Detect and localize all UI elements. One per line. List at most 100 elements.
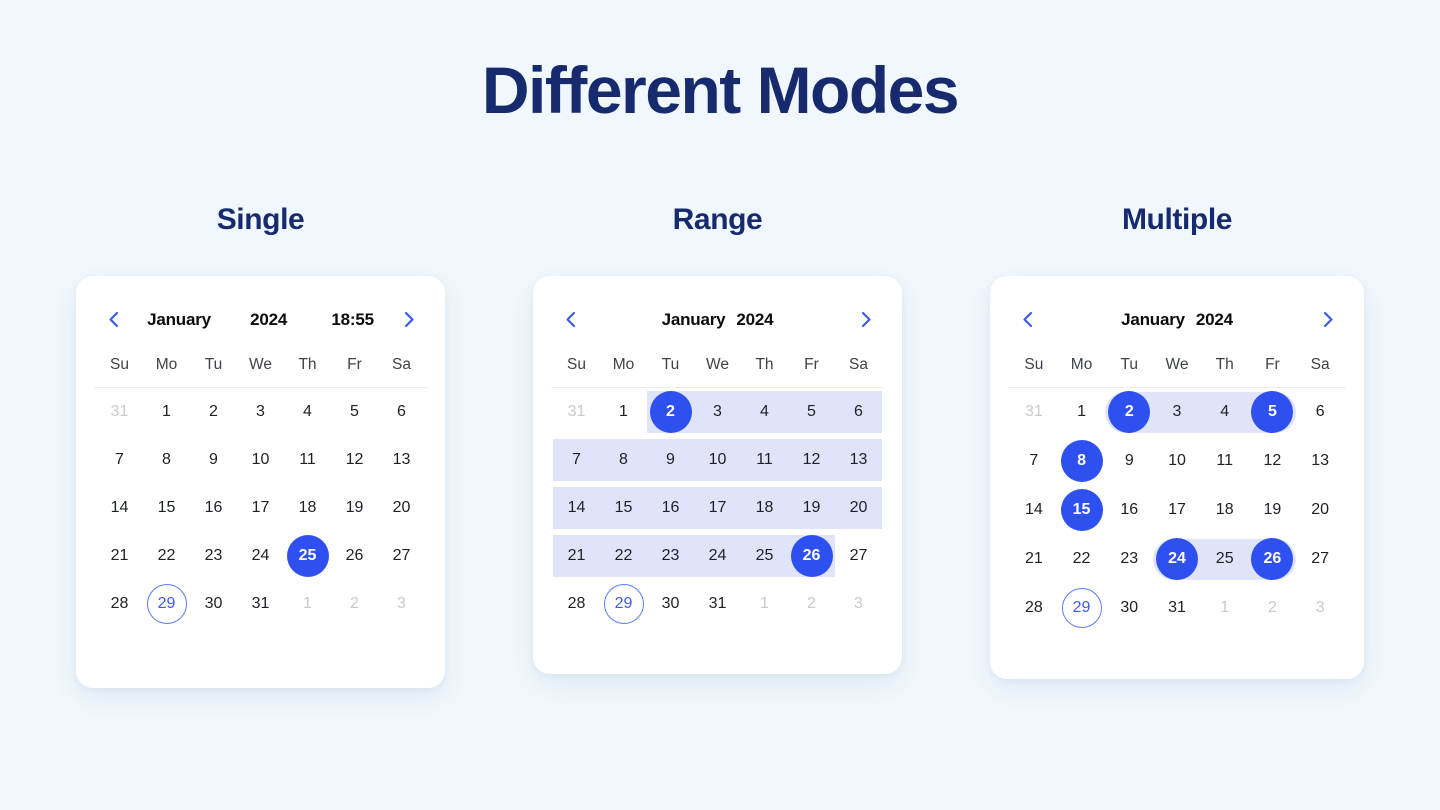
day-2-selected[interactable]: 2: [1108, 391, 1151, 434]
day-11[interactable]: 11: [288, 440, 328, 480]
day-21[interactable]: 21: [1014, 539, 1054, 579]
day-11[interactable]: 11: [745, 440, 785, 480]
day-2-selected[interactable]: 2: [649, 390, 692, 433]
day-23[interactable]: 23: [1109, 539, 1149, 579]
day-31[interactable]: 31: [698, 584, 738, 624]
day-30[interactable]: 30: [194, 584, 234, 624]
day-24[interactable]: 24: [241, 536, 281, 576]
day-9[interactable]: 9: [651, 440, 691, 480]
day-10[interactable]: 10: [1157, 441, 1197, 481]
day-17[interactable]: 17: [1157, 490, 1197, 530]
day-12[interactable]: 12: [335, 440, 375, 480]
day-29-today[interactable]: 29: [1061, 588, 1102, 629]
month-label[interactable]: January: [1121, 310, 1185, 330]
day-1[interactable]: 1: [147, 392, 187, 432]
day-7[interactable]: 7: [100, 440, 140, 480]
day-13[interactable]: 13: [1300, 441, 1340, 481]
day-10[interactable]: 10: [698, 440, 738, 480]
day-18[interactable]: 18: [745, 488, 785, 528]
day-22[interactable]: 22: [147, 536, 187, 576]
chevron-left-icon[interactable]: [555, 305, 585, 335]
day-8[interactable]: 8: [604, 440, 644, 480]
day-17[interactable]: 17: [698, 488, 738, 528]
day-18[interactable]: 18: [1205, 490, 1245, 530]
day-27[interactable]: 27: [1300, 539, 1340, 579]
day-1[interactable]: 1: [604, 392, 644, 432]
day-28[interactable]: 28: [100, 584, 140, 624]
day-29-today[interactable]: 29: [603, 583, 644, 624]
day-30[interactable]: 30: [1109, 588, 1149, 628]
day-22[interactable]: 22: [604, 536, 644, 576]
day-1[interactable]: 1: [1062, 392, 1102, 432]
day-20[interactable]: 20: [839, 488, 879, 528]
day-17[interactable]: 17: [241, 488, 281, 528]
day-21[interactable]: 21: [557, 536, 597, 576]
day-25-selected[interactable]: 25: [286, 534, 329, 577]
day-4[interactable]: 4: [1205, 392, 1245, 432]
day-16[interactable]: 16: [194, 488, 234, 528]
day-27[interactable]: 27: [839, 536, 879, 576]
chevron-left-icon[interactable]: [1012, 305, 1042, 335]
day-20[interactable]: 20: [1300, 490, 1340, 530]
day-15[interactable]: 15: [147, 488, 187, 528]
day-4[interactable]: 4: [288, 392, 328, 432]
day-14[interactable]: 14: [1014, 490, 1054, 530]
chevron-left-icon[interactable]: [98, 305, 128, 335]
day-18[interactable]: 18: [288, 488, 328, 528]
day-5-selected[interactable]: 5: [1251, 391, 1294, 434]
day-15-selected[interactable]: 15: [1060, 489, 1103, 532]
day-3[interactable]: 3: [241, 392, 281, 432]
day-6[interactable]: 6: [382, 392, 422, 432]
day-8[interactable]: 8: [147, 440, 187, 480]
day-16[interactable]: 16: [651, 488, 691, 528]
year-label[interactable]: 2024: [736, 310, 773, 330]
month-label[interactable]: January: [147, 310, 211, 330]
chevron-right-icon[interactable]: [1312, 305, 1342, 335]
day-26[interactable]: 26: [335, 536, 375, 576]
day-25[interactable]: 25: [1205, 539, 1245, 579]
day-16[interactable]: 16: [1109, 490, 1149, 530]
chevron-right-icon[interactable]: [393, 305, 423, 335]
day-9[interactable]: 9: [1109, 441, 1149, 481]
day-22[interactable]: 22: [1062, 539, 1102, 579]
day-28[interactable]: 28: [1014, 588, 1054, 628]
day-19[interactable]: 19: [1252, 490, 1292, 530]
day-21[interactable]: 21: [100, 536, 140, 576]
year-label[interactable]: 2024: [1196, 310, 1233, 330]
day-24-selected[interactable]: 24: [1155, 538, 1198, 581]
day-15[interactable]: 15: [604, 488, 644, 528]
day-6[interactable]: 6: [839, 392, 879, 432]
day-8-selected[interactable]: 8: [1060, 440, 1103, 483]
day-23[interactable]: 23: [651, 536, 691, 576]
day-28[interactable]: 28: [557, 584, 597, 624]
month-label[interactable]: January: [662, 310, 726, 330]
day-27[interactable]: 27: [382, 536, 422, 576]
day-30[interactable]: 30: [651, 584, 691, 624]
day-13[interactable]: 13: [382, 440, 422, 480]
day-5[interactable]: 5: [335, 392, 375, 432]
day-29-today[interactable]: 29: [146, 583, 187, 624]
day-10[interactable]: 10: [241, 440, 281, 480]
year-label[interactable]: 2024: [250, 310, 287, 330]
day-11[interactable]: 11: [1205, 441, 1245, 481]
day-7[interactable]: 7: [1014, 441, 1054, 481]
day-3[interactable]: 3: [1157, 392, 1197, 432]
day-14[interactable]: 14: [100, 488, 140, 528]
day-19[interactable]: 19: [335, 488, 375, 528]
day-24[interactable]: 24: [698, 536, 738, 576]
day-26-selected[interactable]: 26: [790, 534, 833, 577]
day-5[interactable]: 5: [792, 392, 832, 432]
day-31[interactable]: 31: [1157, 588, 1197, 628]
day-26-selected[interactable]: 26: [1251, 538, 1294, 581]
day-6[interactable]: 6: [1300, 392, 1340, 432]
day-20[interactable]: 20: [382, 488, 422, 528]
day-2[interactable]: 2: [194, 392, 234, 432]
day-12[interactable]: 12: [1252, 441, 1292, 481]
day-9[interactable]: 9: [194, 440, 234, 480]
day-4[interactable]: 4: [745, 392, 785, 432]
time-label[interactable]: 18:55: [331, 310, 374, 330]
day-7[interactable]: 7: [557, 440, 597, 480]
day-19[interactable]: 19: [792, 488, 832, 528]
day-31[interactable]: 31: [241, 584, 281, 624]
day-25[interactable]: 25: [745, 536, 785, 576]
